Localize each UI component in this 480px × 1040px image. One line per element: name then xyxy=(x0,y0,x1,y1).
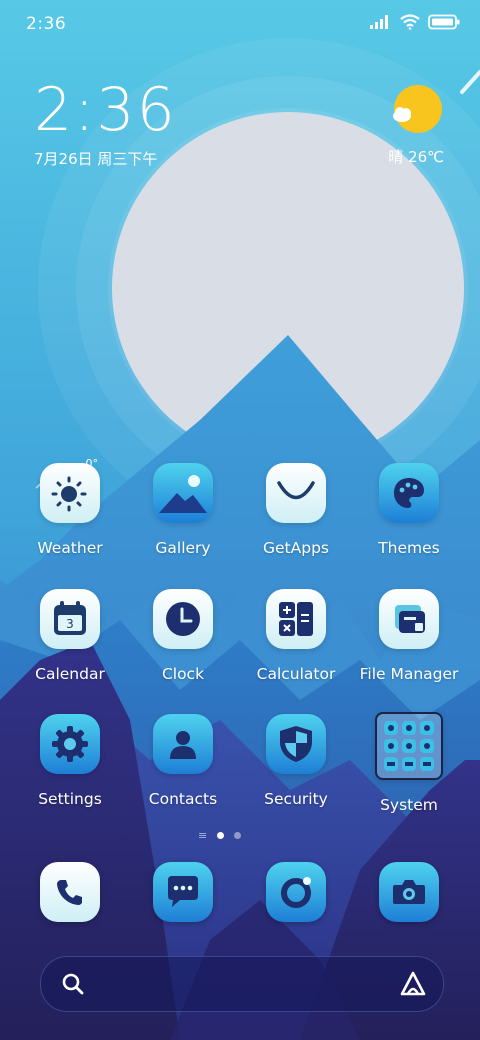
clock-widget[interactable]: 2:36 7月26日 周三下午 xyxy=(34,80,177,169)
page-dot-active xyxy=(217,832,225,839)
weather-widget[interactable]: 晴 26℃ xyxy=(374,82,444,167)
weather-text: 晴 26℃ xyxy=(374,146,444,167)
message-icon xyxy=(168,876,198,907)
status-time: 2:36 xyxy=(26,14,67,34)
app-label: Gallery xyxy=(155,539,211,557)
phone-icon xyxy=(57,880,82,905)
app-calendar[interactable]: 3 Calendar xyxy=(10,589,130,683)
app-label: GetApps xyxy=(263,539,329,557)
dock-camera[interactable] xyxy=(379,862,439,922)
page-list-icon: ≡ xyxy=(198,829,208,842)
sun-cloud-icon xyxy=(393,85,442,133)
app-file-manager[interactable]: File Manager xyxy=(349,589,469,683)
weather-temperature: 26℃ xyxy=(408,148,444,166)
widget-date: 7月26日 周三下午 xyxy=(34,150,158,168)
app-settings[interactable]: Settings xyxy=(10,714,130,808)
app-gallery[interactable]: Gallery xyxy=(123,463,243,557)
temperature-mini-label: 0° xyxy=(85,457,99,470)
app-themes[interactable]: Themes xyxy=(349,463,469,557)
getapps-icon xyxy=(277,481,315,500)
battery-icon xyxy=(428,14,460,30)
app-label: Settings xyxy=(38,790,102,808)
dock-browser[interactable] xyxy=(266,862,326,922)
palette-icon xyxy=(394,478,424,508)
app-label: Calculator xyxy=(256,665,336,683)
app-label: Clock xyxy=(161,665,205,683)
dock-phone[interactable] xyxy=(40,862,100,922)
calendar-day-badge: 3 xyxy=(66,617,74,631)
clock-icon xyxy=(166,602,200,636)
search-bar[interactable] xyxy=(40,956,444,1012)
assistant-icon[interactable] xyxy=(399,970,427,998)
app-label: Calendar xyxy=(35,665,105,683)
gear-icon xyxy=(52,726,88,762)
person-icon xyxy=(170,731,196,759)
app-label: Weather xyxy=(37,539,103,557)
browser-icon xyxy=(281,877,311,908)
app-security[interactable]: Security xyxy=(236,714,356,808)
app-getapps[interactable]: GetApps xyxy=(236,463,356,557)
app-label: Security xyxy=(264,790,328,808)
app-contacts[interactable]: Contacts xyxy=(123,714,243,808)
dock-messages[interactable] xyxy=(153,862,213,922)
status-icons xyxy=(370,14,460,30)
app-calculator[interactable]: Calculator xyxy=(236,589,356,683)
shield-icon xyxy=(280,726,312,762)
wifi-icon xyxy=(400,14,420,30)
app-label: Themes xyxy=(378,539,440,557)
folder-grid-icon xyxy=(384,721,434,771)
search-icon[interactable] xyxy=(61,972,85,996)
status-bar: 2:36 xyxy=(0,0,480,52)
app-system-folder[interactable]: System xyxy=(349,712,469,814)
camera-icon xyxy=(393,880,425,904)
page-dot xyxy=(234,832,242,839)
page-indicator[interactable]: ≡ xyxy=(198,829,242,842)
app-label: Contacts xyxy=(148,790,218,808)
calculator-icon xyxy=(279,602,313,636)
widget-time: 2:36 xyxy=(34,75,177,145)
weather-sun-icon xyxy=(51,476,87,512)
app-label: System xyxy=(380,796,438,814)
app-clock[interactable]: Clock xyxy=(123,589,243,683)
weather-condition: 晴 xyxy=(388,148,404,166)
app-label: File Manager xyxy=(359,665,459,683)
app-weather[interactable]: 0° Weather xyxy=(10,457,130,557)
signal-icon xyxy=(370,15,388,29)
gallery-icon xyxy=(159,475,207,513)
folder-icon xyxy=(395,605,425,633)
